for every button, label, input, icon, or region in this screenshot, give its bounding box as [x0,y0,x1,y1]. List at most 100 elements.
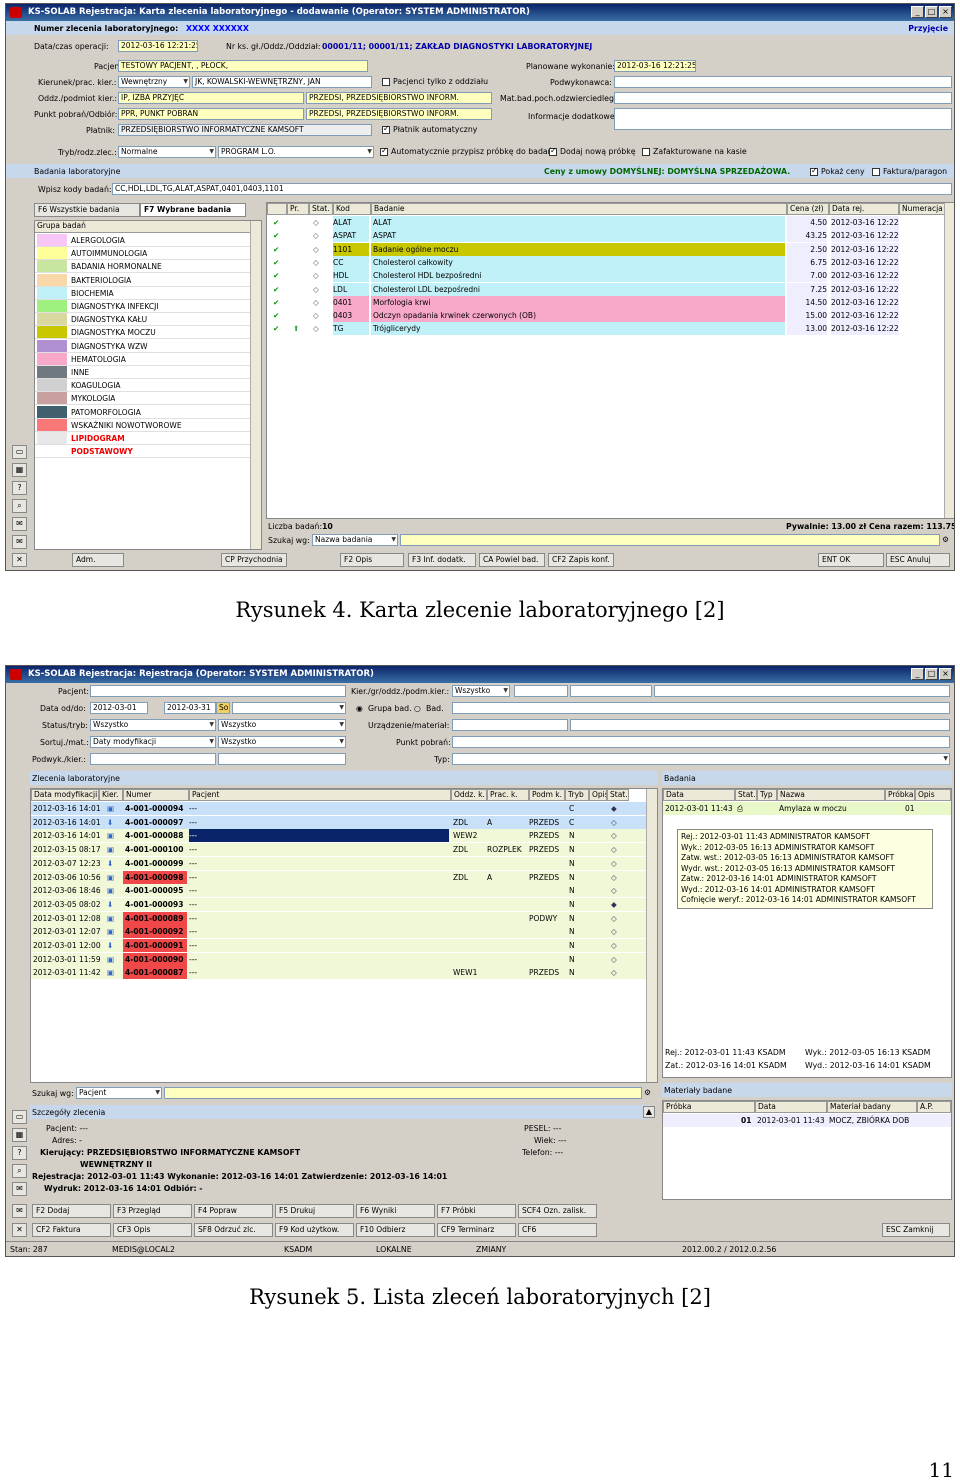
planned-field[interactable]: 2012-03-16 12:21:25 [614,60,696,72]
show-prices-checkbox[interactable] [810,166,818,176]
close-button[interactable]: × [939,6,952,18]
action-button[interactable]: CF9 Terminarz [437,1223,516,1237]
sort-select-2[interactable]: Wszystko [218,736,346,748]
tests-col-header[interactable]: Stat. [309,203,333,215]
test-field[interactable] [452,702,950,714]
codes-input[interactable]: CC,HDL,LDL,TG,ALAT,ASPAT,0401,0403,1101 [112,183,952,195]
test-row[interactable]: ✔ ◇ 0401 Morfologia krwi 14.50 2012-03-16 12:… [267,295,944,309]
podw-field[interactable] [90,753,216,765]
order-row[interactable]: 2012-03-06 10:56 ▣ 4-001-000098 --- ZDL A PRZE… [31,870,646,884]
mat-field[interactable] [614,92,952,104]
group-item[interactable]: LIPIDOGRAM [35,432,251,445]
search-input[interactable] [400,534,940,546]
test-row[interactable]: ✔ ◇ 0403 Odczyn opadania krwinek czerwonych… [267,309,944,323]
maximize-button[interactable]: □ [925,668,938,680]
auto-sample-checkbox[interactable] [380,146,388,156]
minimize-button[interactable]: _ [911,6,924,18]
info-field[interactable] [614,108,952,130]
search-select-2[interactable]: Pacjent [76,1087,162,1099]
date-extra-select[interactable] [232,702,346,714]
additional-info-button[interactable]: F3 Inf. dodatk. [408,553,476,567]
test-row[interactable]: ✔ ⬆ ◇ TG Trójglicerydy 13.00 2012-03-16 12:22 [267,322,944,336]
test-row[interactable]: ✔ ◇ ASPAT ASPAT 43.25 2012-03-16 12:22 [267,229,944,243]
order-row[interactable]: 2012-03-15 08:17 ▣ 4-001-000100 --- ZDL ROZPL… [31,843,646,857]
podw-field-2[interactable] [218,753,346,765]
action-button[interactable]: F4 Popraw [194,1204,273,1218]
order-row[interactable]: 2012-03-05 08:02 ⬇ 4-001-000093 --- N ◆ [31,897,646,911]
search-select[interactable]: Nazwa badania [312,534,398,546]
device-field-2[interactable] [570,719,950,731]
kier-field-2[interactable] [514,685,568,697]
order-row[interactable]: 2012-03-01 11:42 ▣ 4-001-000087 --- WEW1 PRZE… [31,966,646,980]
group-item[interactable]: AUTOIMMUNOLOGIA [35,247,251,261]
order-row[interactable]: 2012-03-01 12:08 ▣ 4-001-000089 --- PODWY N ◇ [31,911,646,925]
stored-checkbox[interactable] [642,148,650,156]
orders-scrollbar[interactable] [646,789,657,1082]
mode-select-2[interactable]: PROGRAM L.O. [218,146,374,158]
so-field[interactable]: So [216,702,230,714]
action-button[interactable]: F9 Kod użytkow. [275,1223,354,1237]
action-button[interactable]: SF8 Odrzuć zlc. [194,1223,273,1237]
mode-select[interactable]: Normalne [118,146,216,158]
group-item[interactable]: BAKTERIOLOGIA [35,273,251,287]
f5-tests-col-header[interactable]: Nazwa [777,789,885,801]
kier-field-4[interactable] [654,685,950,697]
group-item[interactable]: DIAGNOSTYKA KAŁU [35,313,251,327]
group-item[interactable]: PODSTAWOWY [35,445,251,459]
order-row[interactable]: 2012-03-06 18:46 ▣ 4-001-000095 --- N ◇ [31,884,646,898]
orders-col-header[interactable]: Kier. [99,789,123,801]
exit-icon[interactable]: ✕ [12,1223,27,1237]
collapse-button[interactable]: ▲ [643,1106,655,1118]
orders-col-header[interactable]: Stat. [607,789,629,801]
orders-col-header[interactable]: Prac. k. [487,789,529,801]
clinic-button[interactable]: CP Przychodnia [221,553,287,567]
ref-doctor-field[interactable]: JK, KOWALSKI-WEWNĘTRZNY, JAN [192,76,372,88]
point-field-3[interactable] [452,736,950,748]
orders-col-header[interactable]: Pacjent [189,789,451,801]
test-row[interactable]: ✔ ◇ CC Cholesterol całkowity 6.75 2012-03-16 … [267,255,944,269]
help-icon[interactable]: ? [12,481,27,495]
group-item[interactable]: DIAGNOSTYKA INFEKCJI [35,300,251,313]
invoice-checkbox[interactable] [872,168,880,176]
search-input-2[interactable] [164,1087,642,1099]
tests-col-header[interactable] [267,203,287,215]
mat-col-header[interactable]: Próbka [663,1101,755,1113]
group-item[interactable]: DIAGNOSTYKA MOCZU [35,326,251,340]
to-field[interactable]: 2012-03-31 [164,702,216,714]
signer-field[interactable] [614,76,952,88]
test-row[interactable]: ✔ ◇ ALAT ALAT 4.50 2012-03-16 12:22 [267,216,944,229]
orders-col-header[interactable]: Podm k. [529,789,565,801]
tests-col-header[interactable]: Kod [333,203,371,215]
order-row[interactable]: 2012-03-16 14:01 ▣ 4-001-000094 --- C ◆ [31,802,646,815]
point-field-2[interactable]: PRZEDSI, PRZEDSIĘBIORSTWO INFORM. [306,108,492,120]
group-item[interactable]: DIAGNOSTYKA WZW [35,339,251,353]
action-button[interactable]: SCF4 Ozn. zalisk. [518,1204,597,1218]
calculator-icon[interactable]: ▦ [12,1128,27,1142]
envelope-icon[interactable]: ✉ [12,517,27,531]
f5-tests-col-header[interactable]: Typ [757,789,777,801]
action-button[interactable]: F7 Próbki [437,1204,516,1218]
monitor-icon[interactable]: ▭ [12,1110,27,1124]
close-window-button[interactable]: ESC Zamknij [882,1223,950,1237]
mat-col-header[interactable]: Data [755,1101,827,1113]
group-item[interactable]: MYKOLOGIA [35,392,251,406]
group-item[interactable]: HEMATOLOGIA [35,352,251,366]
test-row[interactable]: ✔ ◇ 1101 Badanie ogólne moczu 2.50 2012-03-16… [267,242,944,256]
action-button[interactable]: CF2 Faktura [32,1223,111,1237]
order-row[interactable]: 2012-03-01 11:59 ▣ 4-001-000090 --- N ◇ [31,952,646,966]
group-item[interactable]: BIOCHEMIA [35,286,251,300]
save-config-button[interactable]: CF2 Zapis konf. [548,553,614,567]
mail-icon[interactable]: ✉ [12,1204,27,1218]
action-button[interactable]: F3 Przegląd [113,1204,192,1218]
test-row[interactable]: 2012-03-01 11:43 ⎙ Amylaza w moczu 01 [663,802,951,815]
tests-scrollbar[interactable] [944,203,954,518]
copy-tests-button[interactable]: CA Powiel bad. [479,553,545,567]
order-row[interactable]: 2012-03-16 14:01 ▣ 4-001-000088 --- WEW2 PRZE… [31,829,646,843]
new-sample-checkbox[interactable] [549,146,557,156]
tests-col-header[interactable]: Data rej. [829,203,899,215]
orders-col-header[interactable]: Numer [123,789,189,801]
gb-radio[interactable]: ◉ [356,703,363,714]
group-item[interactable]: KOAGULOGIA [35,379,251,393]
mat-col-header[interactable]: Materiał badany [827,1101,917,1113]
orders-col-header[interactable]: Tryb [565,789,589,801]
